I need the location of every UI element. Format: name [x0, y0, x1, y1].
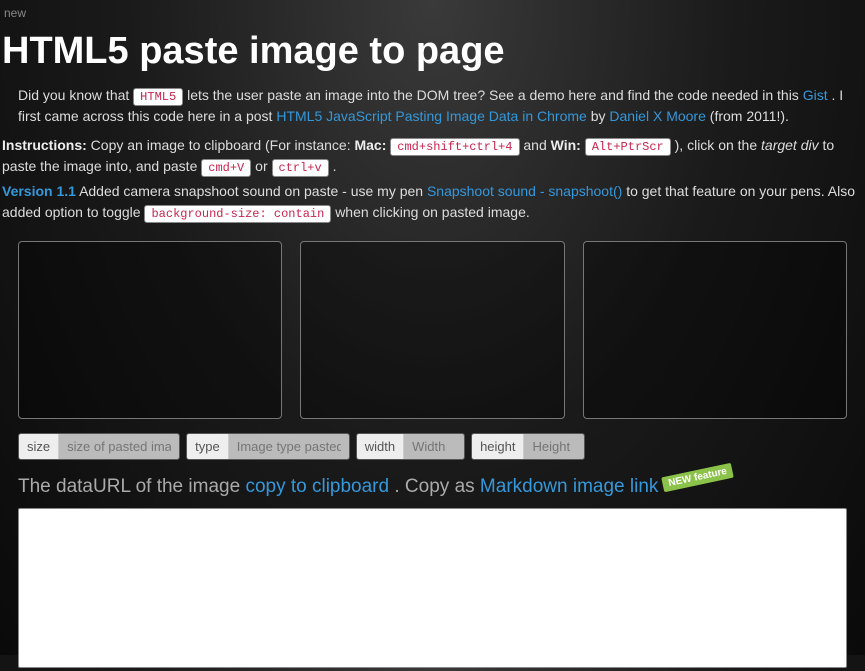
instructions-text: ), click on the — [675, 137, 761, 153]
author-link[interactable]: Daniel X Moore — [609, 108, 706, 124]
size-label: size — [19, 434, 59, 459]
type-field-group: type — [186, 433, 350, 460]
size-field-group: size — [18, 433, 180, 460]
instructions-label: Instructions: — [2, 137, 87, 153]
markdown-link[interactable]: Markdown image link — [480, 476, 658, 497]
info-fields-row: size type width height — [0, 433, 865, 470]
paste-target-1[interactable] — [18, 241, 282, 419]
html5-code: HTML5 — [133, 88, 183, 106]
intro-text: Did you know that — [18, 87, 133, 103]
bgsize-code: background-size: contain — [144, 205, 331, 223]
paste-targets-row — [0, 227, 865, 433]
page-title: HTML5 paste image to page — [0, 30, 865, 73]
new-label: new — [0, 0, 865, 26]
post-link[interactable]: HTML5 JavaScript Pasting Image Data in C… — [276, 108, 586, 124]
intro-text: (from 2011!). — [710, 108, 789, 124]
intro-paragraph: Did you know that HTML5 lets the user pa… — [0, 85, 865, 127]
paste-target-2[interactable] — [300, 241, 564, 419]
version-label: Version 1.1 — [2, 183, 76, 199]
instructions-text: Copy an image to clipboard (For instance… — [91, 137, 355, 153]
height-input[interactable] — [524, 434, 584, 459]
size-input[interactable] — [59, 434, 179, 459]
type-input[interactable] — [229, 434, 349, 459]
win-label: Win: — [551, 137, 581, 153]
dataurl-text: . Copy as — [394, 476, 480, 497]
win-key: Alt+PtrScr — [585, 138, 671, 156]
target-div-text: target div — [761, 137, 819, 153]
dataurl-textarea-wrap — [0, 508, 865, 671]
mac-label: Mac: — [354, 137, 386, 153]
version-text: Added camera snapshoot sound on paste - … — [79, 183, 427, 199]
ctrlv-key: ctrl+v — [272, 159, 329, 177]
instructions-text: and — [523, 137, 550, 153]
instructions-text: . — [333, 158, 337, 174]
width-field-group: width — [356, 433, 465, 460]
dataurl-line: The dataURL of the image copy to clipboa… — [0, 470, 865, 508]
width-input[interactable] — [404, 434, 464, 459]
version-text: when clicking on pasted image. — [335, 204, 530, 220]
intro-text: lets the user paste an image into the DO… — [187, 87, 803, 103]
gist-link[interactable]: Gist — [803, 87, 828, 103]
dataurl-text: The dataURL of the image — [18, 476, 245, 497]
instructions-paragraph: Instructions: Copy an image to clipboard… — [0, 135, 865, 177]
cmdv-key: cmd+V — [201, 159, 251, 177]
intro-text: by — [591, 108, 610, 124]
dataurl-textarea[interactable] — [18, 508, 847, 668]
paste-target-3[interactable] — [583, 241, 847, 419]
height-field-group: height — [471, 433, 585, 460]
copy-clipboard-link[interactable]: copy to clipboard — [245, 476, 389, 497]
width-label: width — [357, 434, 404, 459]
mac-key: cmd+shift+ctrl+4 — [390, 138, 519, 156]
height-label: height — [472, 434, 524, 459]
version-paragraph: Version 1.1 Added camera snapshoot sound… — [0, 181, 865, 223]
type-label: type — [187, 434, 229, 459]
snapshoot-link[interactable]: Snapshoot sound - snapshoot() — [427, 183, 622, 199]
instructions-text: or — [255, 158, 271, 174]
